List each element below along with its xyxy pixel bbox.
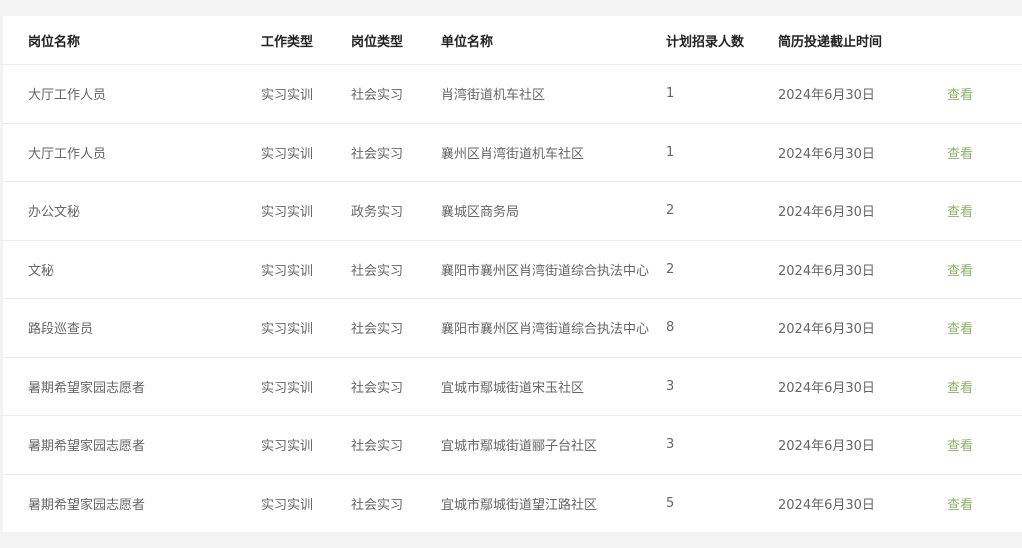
view-link[interactable]: 查看: [947, 147, 973, 162]
table-row: 大厅工作人员 实习实训 社会实习 襄州区肖湾街道机车社区 1 2024年6月30…: [3, 123, 1022, 182]
cell-action: 查看: [947, 415, 1022, 475]
cell-count: 2: [666, 240, 778, 299]
cell-deadline: 2024年6月30日: [778, 181, 947, 241]
table-row: 暑期希望家园志愿者 实习实训 社会实习 宜城市鄢城街道望江路社区 5 2024年…: [3, 474, 1022, 532]
cell-action: 查看: [947, 240, 1022, 299]
cell-work-type: 实习实训: [261, 240, 351, 299]
cell-post-type: 社会实习: [351, 415, 441, 475]
cell-unit: 襄阳市襄州区肖湾街道综合执法中心: [441, 298, 666, 358]
cell-position: 路段巡查员: [3, 298, 261, 358]
view-link[interactable]: 查看: [947, 439, 973, 454]
cell-work-type: 实习实训: [261, 64, 351, 124]
cell-unit: 宜城市鄢城街道郦子台社区: [441, 415, 666, 475]
cell-work-type: 实习实训: [261, 123, 351, 182]
cell-count: 5: [666, 495, 675, 511]
header-post-type: 岗位类型: [351, 16, 441, 65]
cell-post-type: 社会实习: [351, 240, 441, 299]
cell-post-type: 政务实习: [351, 181, 441, 241]
header-unit: 单位名称: [441, 16, 666, 65]
table-header-row: 岗位名称 工作类型 岗位类型 单位名称 计划招录人数 简历投递截止时间: [3, 16, 1022, 65]
cell-work-type: 实习实训: [261, 415, 351, 475]
view-link[interactable]: 查看: [947, 498, 973, 513]
cell-position: 暑期希望家园志愿者: [28, 497, 146, 513]
view-link[interactable]: 查看: [947, 264, 973, 279]
cell-position: 文秘: [3, 240, 261, 299]
table-row: 暑期希望家园志愿者 实习实训 社会实习 宜城市鄢城街道宋玉社区 3 2024年6…: [3, 357, 1022, 416]
header-count: 计划招录人数: [666, 16, 778, 65]
cell-deadline: 2024年6月30日: [778, 497, 875, 513]
cell-work-type: 实习实训: [261, 497, 314, 513]
cell-unit: 襄阳市襄州区肖湾街道综合执法中心: [441, 240, 666, 299]
cell-unit: 宜城市鄢城街道宋玉社区: [441, 357, 666, 416]
cell-work-type: 实习实训: [261, 181, 351, 241]
cell-unit: 宜城市鄢城街道望江路社区: [441, 497, 598, 513]
cell-deadline: 2024年6月30日: [778, 415, 947, 475]
cell-work-type: 实习实训: [261, 298, 351, 358]
view-link[interactable]: 查看: [947, 205, 973, 220]
cell-position: 办公文秘: [3, 181, 261, 241]
cell-work-type: 实习实训: [261, 357, 351, 416]
header-deadline: 简历投递截止时间: [778, 16, 947, 65]
table-row: 路段巡查员 实习实训 社会实习 襄阳市襄州区肖湾街道综合执法中心 8 2024年…: [3, 298, 1022, 358]
cell-deadline: 2024年6月30日: [778, 123, 947, 182]
cell-deadline: 2024年6月30日: [778, 357, 947, 416]
table-row: 文秘 实习实训 社会实习 襄阳市襄州区肖湾街道综合执法中心 2 2024年6月3…: [3, 240, 1022, 299]
cell-position: 大厅工作人员: [3, 64, 261, 124]
header-work-type: 工作类型: [261, 16, 351, 65]
job-list-panel: 岗位名称 工作类型 岗位类型 单位名称 计划招录人数 简历投递截止时间 大厅工作…: [3, 16, 1022, 532]
cell-position: 暑期希望家园志愿者: [3, 357, 261, 416]
view-link[interactable]: 查看: [947, 322, 973, 337]
cell-post-type: 社会实习: [351, 64, 441, 124]
cell-count: 1: [666, 64, 778, 124]
cell-action: 查看: [947, 298, 1022, 358]
cell-action: 查看: [947, 123, 1022, 182]
cell-deadline: 2024年6月30日: [778, 298, 947, 358]
header-action: [947, 16, 1022, 65]
view-link[interactable]: 查看: [947, 381, 973, 396]
cell-action: 查看: [947, 357, 1022, 416]
cell-post-type: 社会实习: [351, 357, 441, 416]
table-row: 大厅工作人员 实习实训 社会实习 肖湾街道机车社区 1 2024年6月30日 查…: [3, 64, 1022, 124]
cell-post-type: 社会实习: [351, 123, 441, 182]
cell-unit: 襄城区商务局: [441, 181, 666, 241]
cell-post-type: 社会实习: [351, 497, 404, 513]
cell-deadline: 2024年6月30日: [778, 64, 947, 124]
cell-action: 查看: [947, 181, 1022, 241]
cell-unit: 肖湾街道机车社区: [441, 64, 666, 124]
cell-count: 1: [666, 123, 778, 182]
table-row: 办公文秘 实习实训 政务实习 襄城区商务局 2 2024年6月30日 查看: [3, 181, 1022, 241]
cell-count: 2: [666, 181, 778, 241]
cell-count: 8: [666, 298, 778, 358]
cell-unit: 襄州区肖湾街道机车社区: [441, 123, 666, 182]
cell-deadline: 2024年6月30日: [778, 240, 947, 299]
cell-post-type: 社会实习: [351, 298, 441, 358]
cell-action: 查看: [947, 474, 1022, 532]
cell-action: 查看: [947, 64, 1022, 124]
job-table: 岗位名称 工作类型 岗位类型 单位名称 计划招录人数 简历投递截止时间 大厅工作…: [3, 16, 1022, 532]
header-position: 岗位名称: [3, 16, 261, 65]
table-row: 暑期希望家园志愿者 实习实训 社会实习 宜城市鄢城街道郦子台社区 3 2024年…: [3, 415, 1022, 475]
view-link[interactable]: 查看: [947, 88, 973, 103]
cell-count: 3: [666, 415, 778, 475]
cell-count: 3: [666, 357, 778, 416]
cell-position: 暑期希望家园志愿者: [3, 415, 261, 475]
cell-position: 大厅工作人员: [3, 123, 261, 182]
